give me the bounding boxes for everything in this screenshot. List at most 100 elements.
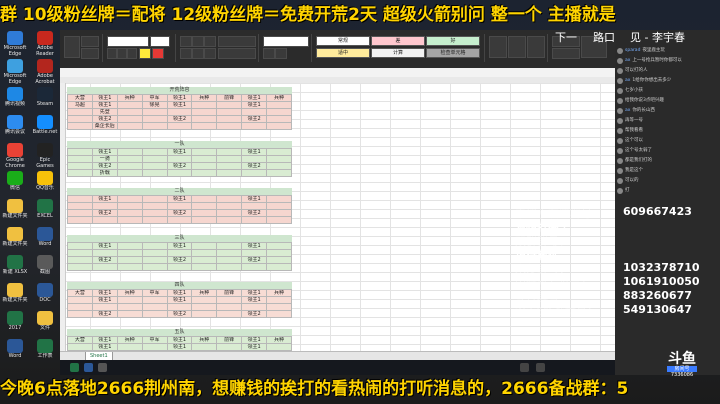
cell[interactable] bbox=[216, 108, 243, 116]
header-cell[interactable]: 兵种 bbox=[266, 289, 292, 297]
cell[interactable] bbox=[67, 209, 93, 217]
desktop-icon[interactable]: Steam bbox=[31, 87, 59, 114]
cell[interactable] bbox=[191, 249, 218, 257]
cell[interactable]: 领主2 bbox=[166, 310, 193, 318]
cell-style-option[interactable]: 计算 bbox=[371, 48, 425, 58]
cell[interactable] bbox=[266, 108, 292, 116]
cell[interactable]: 领主1 bbox=[166, 296, 193, 304]
cell[interactable] bbox=[191, 101, 218, 109]
cell[interactable] bbox=[141, 263, 168, 271]
cell[interactable] bbox=[216, 216, 243, 224]
cell[interactable]: 领主1 bbox=[241, 195, 267, 203]
cell[interactable] bbox=[141, 195, 168, 203]
cell[interactable] bbox=[216, 263, 243, 271]
tray-icon[interactable] bbox=[520, 363, 529, 372]
cell[interactable] bbox=[241, 202, 267, 210]
cell[interactable]: 领主1 bbox=[91, 296, 118, 304]
cell[interactable]: 领主1 bbox=[91, 343, 118, 351]
cell[interactable] bbox=[191, 108, 218, 116]
cell[interactable] bbox=[266, 216, 292, 224]
cell[interactable] bbox=[266, 202, 292, 210]
cell[interactable] bbox=[141, 115, 168, 123]
desktop-icon[interactable]: 工作表 bbox=[31, 339, 59, 366]
delete-button[interactable] bbox=[508, 36, 526, 58]
cell[interactable] bbox=[216, 115, 243, 123]
cell[interactable] bbox=[116, 343, 143, 351]
cell[interactable] bbox=[216, 256, 243, 264]
cell[interactable] bbox=[216, 296, 243, 304]
desktop-icon[interactable]: Epic Games bbox=[31, 143, 59, 170]
cell[interactable] bbox=[241, 263, 267, 271]
cell[interactable] bbox=[141, 249, 168, 257]
cell[interactable] bbox=[116, 216, 143, 224]
cell[interactable] bbox=[116, 310, 143, 318]
cell[interactable] bbox=[141, 296, 168, 304]
cell[interactable] bbox=[91, 216, 118, 224]
cell-style-option[interactable]: 好 bbox=[426, 36, 480, 46]
cell[interactable] bbox=[67, 202, 93, 210]
cell[interactable] bbox=[241, 122, 267, 130]
paste-button[interactable] bbox=[64, 36, 80, 58]
cell[interactable] bbox=[266, 115, 292, 123]
header-cell[interactable]: 兵种 bbox=[116, 336, 143, 344]
header-cell[interactable]: 中军 bbox=[141, 289, 168, 297]
cell[interactable]: 领主2 bbox=[91, 162, 118, 170]
cell[interactable] bbox=[91, 263, 118, 271]
comma-button[interactable] bbox=[275, 48, 287, 59]
desktop-icon[interactable]: 新建 XLSX bbox=[1, 255, 29, 282]
font-size-box[interactable] bbox=[150, 36, 170, 47]
cell[interactable]: 领主2 bbox=[166, 256, 193, 264]
cell[interactable] bbox=[67, 169, 93, 177]
cell[interactable] bbox=[241, 169, 267, 177]
cell[interactable]: 一骑 bbox=[91, 155, 118, 163]
cell[interactable] bbox=[266, 296, 292, 304]
copy-button[interactable] bbox=[81, 48, 99, 59]
cell[interactable] bbox=[141, 202, 168, 210]
cell[interactable] bbox=[216, 303, 243, 311]
chat-username[interactable]: ax bbox=[625, 58, 630, 63]
cell[interactable] bbox=[191, 263, 218, 271]
cell[interactable]: 先登 bbox=[91, 108, 118, 116]
cell[interactable] bbox=[216, 162, 243, 170]
cell-style-option[interactable]: 常规 bbox=[316, 36, 370, 46]
align-center-button[interactable] bbox=[192, 48, 204, 59]
header-cell[interactable]: 领主1 bbox=[91, 289, 118, 297]
cell[interactable] bbox=[191, 310, 218, 318]
number-format-box[interactable] bbox=[263, 36, 309, 47]
app-taskbar-icon[interactable] bbox=[98, 363, 107, 372]
cell[interactable] bbox=[141, 162, 168, 170]
desktop-icon[interactable]: 新建文件夹 bbox=[1, 199, 29, 226]
cell[interactable] bbox=[141, 122, 168, 130]
cell[interactable]: 领主2 bbox=[91, 115, 118, 123]
cell[interactable] bbox=[166, 202, 193, 210]
desktop-icon[interactable]: Word bbox=[31, 227, 59, 254]
cell[interactable]: 领主2 bbox=[241, 162, 267, 170]
cell[interactable] bbox=[266, 155, 292, 163]
merge-center-button[interactable] bbox=[218, 48, 256, 59]
wrap-text-button[interactable] bbox=[218, 36, 256, 47]
cell[interactable]: 领主2 bbox=[241, 310, 267, 318]
cell[interactable] bbox=[116, 296, 143, 304]
cell[interactable] bbox=[67, 249, 93, 257]
cell[interactable] bbox=[116, 115, 143, 123]
cell[interactable] bbox=[216, 343, 243, 351]
cell[interactable]: 领主1 bbox=[241, 296, 267, 304]
desktop-icon[interactable]: Google Chrome bbox=[1, 143, 29, 170]
cell[interactable]: 桑企长后 bbox=[91, 122, 118, 130]
header-cell[interactable]: 大营 bbox=[67, 336, 93, 344]
cell[interactable] bbox=[67, 303, 93, 311]
desktop-icon[interactable]: 文件 bbox=[31, 311, 59, 338]
desktop-icon[interactable]: QQ音乐 bbox=[31, 171, 59, 198]
header-cell[interactable]: 中军 bbox=[141, 94, 168, 102]
cell[interactable] bbox=[116, 108, 143, 116]
italic-button[interactable] bbox=[117, 48, 127, 59]
excel-taskbar-icon[interactable] bbox=[70, 363, 79, 372]
cell[interactable] bbox=[266, 249, 292, 257]
cell[interactable]: 领主1 bbox=[91, 101, 118, 109]
cell[interactable] bbox=[141, 169, 168, 177]
header-cell[interactable]: 领主1 bbox=[241, 289, 267, 297]
cell[interactable] bbox=[191, 343, 218, 351]
cell[interactable] bbox=[116, 162, 143, 170]
cell[interactable] bbox=[241, 108, 267, 116]
cell[interactable] bbox=[91, 249, 118, 257]
